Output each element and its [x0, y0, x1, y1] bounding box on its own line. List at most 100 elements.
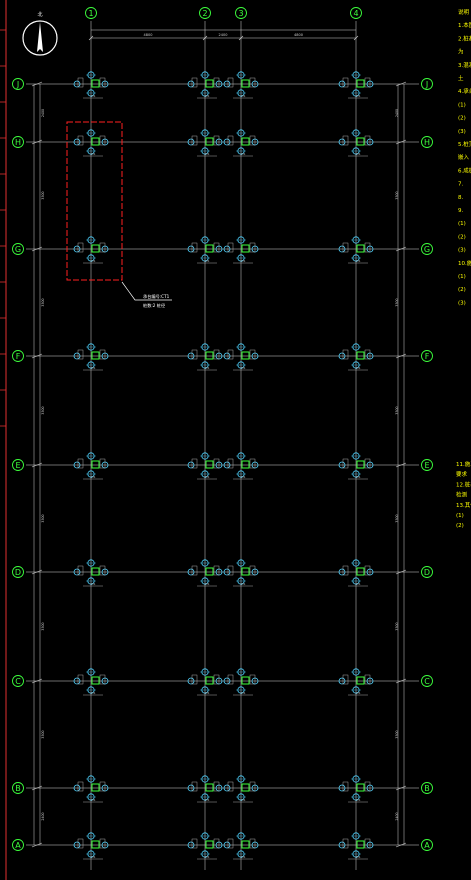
side-dim-label: 2400 — [395, 109, 399, 117]
side-dim-label: 3300 — [41, 191, 45, 199]
pile-tag: CT1 — [240, 475, 245, 479]
axis-bubble-left-A: A — [12, 839, 24, 851]
axis-bubble-right-B: B — [421, 782, 433, 794]
pile-tag: CT1 — [240, 691, 245, 695]
note-line-2: 检测 — [456, 491, 468, 499]
side-dim-label: 3300 — [395, 730, 399, 738]
side-dim-label: 3300 — [395, 622, 399, 630]
axis-bubble-left-D: D — [12, 566, 24, 578]
side-dim-label: 3300 — [41, 298, 45, 306]
pile-tag: CT1 — [355, 94, 360, 98]
axis-bubble-top-3: 3 — [235, 7, 247, 19]
callout-line-2: 桩数:2 桩径 — [143, 302, 165, 309]
note-line: 8. — [458, 195, 463, 201]
pile-tag: CT1 — [240, 259, 245, 263]
pile-tag: CT1 — [355, 366, 360, 370]
pile-tag: CT1 — [240, 366, 245, 370]
pile-tag: CT1 — [355, 475, 360, 479]
axis-bubble-right-D-label: D — [424, 568, 430, 577]
pile-tag: CT1 — [90, 798, 95, 802]
axis-bubble-top-1-label: 1 — [88, 9, 93, 18]
axis-bubble-left-C-label: C — [15, 677, 21, 686]
pile-tag: CT1 — [90, 691, 95, 695]
note-line: 为 — [458, 48, 464, 56]
cad-drawing-canvas[interactable]: 北 4800 2400 480024003300330033003300330033… — [0, 0, 471, 880]
axis-bubble-left-E-label: E — [15, 461, 20, 470]
top-dim-label: 4800 — [294, 33, 303, 37]
pile-tag: CT1 — [355, 691, 360, 695]
axis-bubble-left-G-label: G — [15, 245, 21, 254]
note-line: 7. — [458, 182, 463, 188]
pile-tag: CT1 — [204, 582, 209, 586]
note-line: 说明 — [458, 8, 470, 16]
axis-bubble-right-A: A — [421, 839, 433, 851]
axis-bubble-left-E: E — [12, 459, 24, 471]
note-line: 9. — [458, 208, 463, 214]
note-line: 3.混凝 — [458, 61, 471, 69]
axis-bubble-left-F: F — [12, 350, 24, 362]
axis-bubble-left-B-label: B — [15, 784, 21, 793]
pile-tag: CT1 — [355, 855, 360, 859]
axis-bubble-top-1: 1 — [85, 7, 97, 19]
top-dim-label: 4800 — [144, 33, 153, 37]
side-dim-label: 3300 — [395, 298, 399, 306]
pile-tag: CT1 — [90, 152, 95, 156]
pile-tag: CT1 — [204, 259, 209, 263]
note-line: 嵌入 — [458, 154, 470, 161]
note-line: 1.本图 — [458, 21, 471, 29]
pile-tag: CT1 — [204, 94, 209, 98]
note-line: (2) — [458, 234, 466, 240]
note-line: (2) — [458, 116, 466, 122]
note-line: (2) — [458, 287, 466, 293]
top-dim-label: 2400 — [219, 33, 228, 37]
side-dim-label: 3300 — [41, 514, 45, 522]
note-line: (3) — [458, 129, 466, 135]
pile-tag: CT1 — [90, 475, 95, 479]
note-line-2: 要求 — [456, 470, 468, 478]
note-line: (1) — [458, 221, 466, 227]
axis-bubble-left-J-label: J — [16, 80, 19, 89]
note-line-2: (1) — [456, 513, 464, 519]
axis-bubble-right-J-label: J — [425, 80, 428, 89]
note-line-2: 13.其他 — [456, 501, 471, 509]
pile-tag: CT1 — [204, 475, 209, 479]
axis-bubble-left-G: G — [12, 243, 24, 255]
side-dim-label: 3300 — [395, 406, 399, 414]
axis-bubble-left-H: H — [12, 136, 24, 148]
axis-bubble-left-C: C — [12, 675, 24, 687]
pile-tag: CT1 — [240, 855, 245, 859]
note-line: 2.桩基 — [458, 34, 471, 42]
north-label: 北 — [37, 11, 42, 18]
axis-bubble-top-2: 2 — [199, 7, 211, 19]
note-line: (1) — [458, 274, 466, 280]
axis-bubble-left-A-label: A — [15, 841, 21, 850]
axis-bubble-top-3-label: 3 — [238, 9, 243, 18]
axis-bubble-right-C-label: C — [424, 677, 430, 686]
axis-bubble-left-D-label: D — [15, 568, 21, 577]
axis-bubble-right-H-label: H — [424, 138, 430, 147]
canvas-background — [0, 0, 471, 880]
pile-tag: CT1 — [355, 798, 360, 802]
note-line: (3) — [458, 300, 466, 306]
axis-bubble-right-B-label: B — [424, 784, 430, 793]
note-line: 5.桩顶 — [458, 140, 471, 148]
note-line-2: (2) — [456, 523, 464, 529]
axis-bubble-right-G-label: G — [424, 245, 430, 254]
pile-tag: CT1 — [204, 691, 209, 695]
pile-tag: CT1 — [240, 94, 245, 98]
side-dim-label: 2400 — [395, 812, 399, 820]
pile-tag: CT1 — [355, 152, 360, 156]
note-line: 土 — [458, 74, 464, 82]
side-dim-label: 3300 — [41, 730, 45, 738]
pile-tag: CT1 — [204, 152, 209, 156]
pile-tag: CT1 — [204, 366, 209, 370]
axis-bubble-left-F-label: F — [16, 352, 21, 361]
pile-tag: CT1 — [355, 259, 360, 263]
axis-bubble-right-H: H — [421, 136, 433, 148]
pile-tag: CT1 — [204, 798, 209, 802]
note-line: (3) — [458, 248, 466, 254]
note-line-2: 12.桩基 — [456, 480, 471, 488]
axis-bubble-right-J: J — [421, 78, 433, 90]
axis-bubble-top-2-label: 2 — [202, 9, 207, 18]
pile-tag: CT1 — [240, 152, 245, 156]
